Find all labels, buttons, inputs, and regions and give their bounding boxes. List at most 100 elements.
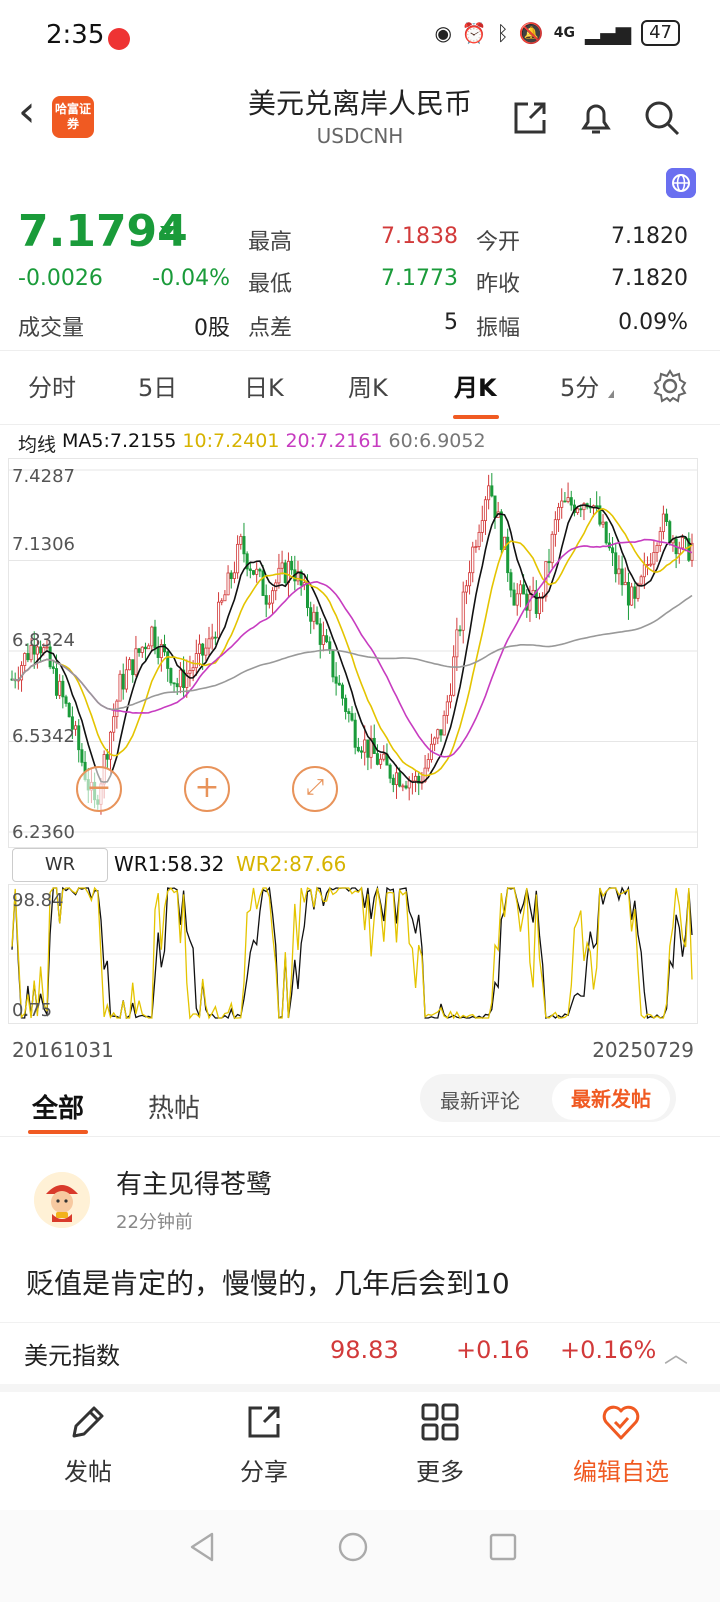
index-change: +0.16 (456, 1336, 530, 1364)
nav-recents-icon[interactable] (486, 1530, 520, 1564)
more-button[interactable]: 更多 (380, 1398, 500, 1487)
tab-weekly[interactable]: 周K (348, 368, 388, 403)
candle (121, 663, 125, 700)
candle (67, 702, 71, 718)
candle (115, 699, 119, 729)
candle (194, 639, 198, 676)
candle (236, 535, 240, 579)
candle (258, 567, 262, 578)
price-change: -0.0026 (18, 266, 103, 291)
candle (140, 646, 144, 658)
candle (318, 618, 322, 659)
candle (490, 473, 494, 498)
candle (267, 594, 271, 609)
sort-latest-comment[interactable]: 最新评论 (440, 1085, 520, 1114)
nav-back-icon[interactable] (186, 1530, 220, 1564)
share-button[interactable]: 分享 (204, 1398, 324, 1487)
nav-home-icon[interactable] (336, 1530, 370, 1564)
active-tab-indicator (453, 415, 499, 419)
candle (448, 683, 453, 709)
wr1-value: WR1:58.32 (114, 852, 225, 876)
bell-icon[interactable] (574, 96, 618, 140)
status-bar: 2:35 ◉ ⏰ ᛒ 🔕 4G ▂▄▆ 47 (0, 0, 720, 76)
candle (433, 736, 437, 752)
candle (655, 542, 659, 562)
candle (309, 601, 313, 634)
fullscreen-button[interactable]: ⤢ (292, 766, 338, 812)
wr-chart[interactable] (8, 884, 698, 1024)
candle (639, 574, 643, 586)
candle (159, 639, 163, 672)
candle (474, 539, 478, 553)
tab-daily[interactable]: 日K (244, 368, 284, 403)
candle (458, 625, 462, 637)
candle (331, 649, 335, 683)
candle (124, 656, 128, 693)
tab-5day[interactable]: 5日 (138, 368, 177, 403)
candle (188, 655, 192, 687)
dropdown-icon[interactable] (608, 390, 614, 398)
candle (426, 753, 430, 772)
search-icon[interactable] (640, 96, 684, 140)
tab-5min[interactable]: 5分 (560, 368, 599, 403)
candle (658, 526, 662, 552)
post-author[interactable]: 有主见得苍鹭 (116, 1164, 272, 1201)
post-body[interactable]: 贬值是肯定的，慢慢的，几年后会到10 (26, 1262, 510, 1302)
y-tick-label: 6.8324 (12, 630, 75, 651)
feed-tab-hot[interactable]: 热帖 (148, 1088, 200, 1125)
candle (163, 634, 167, 656)
candle (271, 587, 275, 615)
sort-latest-post[interactable]: 最新发帖 (552, 1078, 670, 1120)
share-icon[interactable] (508, 96, 552, 140)
tab-monthly[interactable]: 月K (454, 368, 497, 403)
candle (483, 496, 487, 535)
edit-watchlist-button[interactable]: 编辑自选 (556, 1398, 686, 1487)
candle (401, 783, 405, 792)
chevron-up-icon[interactable]: ︿ (664, 1334, 688, 1369)
candle (553, 511, 557, 547)
candle (344, 694, 348, 720)
candle (169, 667, 173, 686)
candle (315, 606, 319, 626)
tab-intraday[interactable]: 分时 (28, 368, 76, 403)
candle (77, 719, 81, 763)
candle (248, 562, 252, 579)
y-tick-label: 7.1306 (12, 534, 75, 555)
candle (134, 635, 138, 677)
globe-icon[interactable] (666, 168, 696, 198)
candle (239, 533, 243, 550)
candle (23, 652, 27, 674)
down-arrow-icon (160, 226, 176, 236)
candle (487, 474, 491, 510)
divider (0, 1136, 720, 1137)
candle (143, 642, 147, 661)
candle (156, 636, 160, 665)
candle (461, 581, 465, 644)
candle (515, 583, 519, 616)
feed-tab-all[interactable]: 全部 (32, 1088, 84, 1125)
network-label: 4G (553, 25, 575, 41)
pencil-icon (72, 1406, 104, 1438)
edit-watchlist-label: 编辑自选 (573, 1458, 669, 1486)
zoom-in-button[interactable]: + (184, 766, 230, 812)
candle (350, 706, 354, 722)
index-name: 美元指数 (24, 1342, 120, 1370)
indicator-selector[interactable]: WR (12, 848, 108, 882)
heart-icon (602, 1405, 640, 1440)
stat-value-prev-close: 7.1820 (611, 266, 688, 291)
candle (229, 570, 233, 589)
avatar[interactable] (34, 1172, 90, 1228)
status-icons: ◉ ⏰ ᛒ 🔕 4G ▂▄▆ 47 (434, 20, 680, 46)
volume-label: 成交量 (18, 316, 85, 341)
zoom-out-button[interactable]: − (76, 766, 122, 812)
candle (649, 553, 653, 567)
post-button[interactable]: 发帖 (28, 1398, 148, 1487)
candle (607, 532, 611, 551)
candle (442, 710, 446, 736)
candle (337, 675, 341, 686)
candle (652, 540, 656, 575)
candle (137, 647, 141, 657)
stat-label: 昨收 (476, 272, 521, 297)
candle (661, 505, 665, 540)
gear-icon[interactable] (652, 368, 688, 404)
